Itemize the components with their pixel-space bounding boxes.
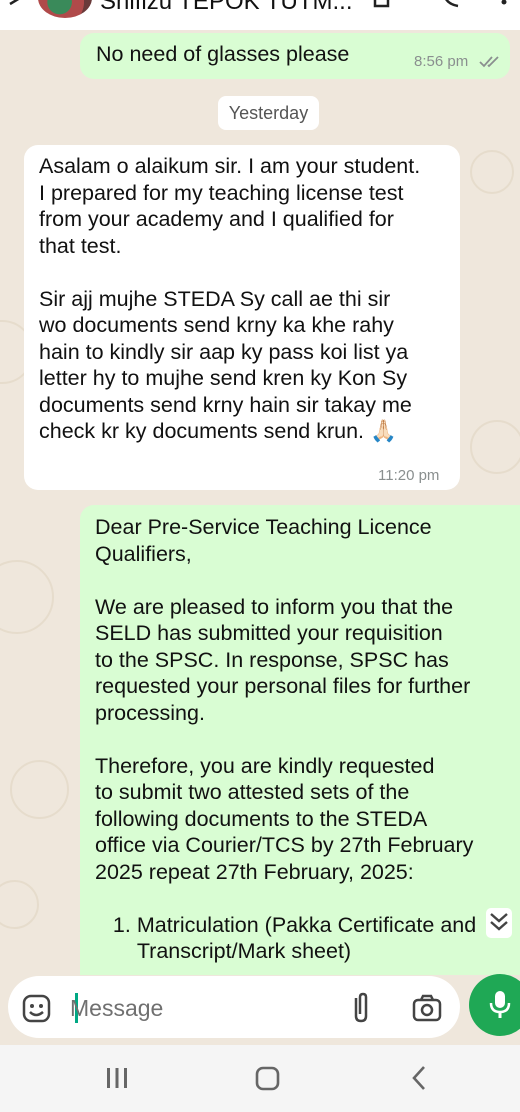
message-input-box[interactable] [8, 976, 460, 1038]
recents-icon[interactable] [105, 1067, 129, 1089]
sticker-icon[interactable] [22, 994, 52, 1024]
wallpaper-doodle [470, 420, 520, 474]
chat-background: Shifizu TEPOK TUTM... No need of glasses… [0, 0, 520, 1045]
back-icon[interactable] [409, 1065, 429, 1091]
video-call-icon[interactable] [372, 0, 394, 10]
contact-name[interactable]: Shifizu TEPOK TUTM... [100, 0, 353, 16]
camera-icon[interactable] [412, 994, 442, 1022]
wallpaper-doodle [470, 150, 514, 194]
double-chevron-down-icon[interactable] [486, 908, 512, 938]
read-receipt-icon [479, 56, 499, 68]
more-options-icon[interactable] [498, 0, 520, 10]
wallpaper-doodle [0, 880, 39, 929]
system-navigation-bar [0, 1045, 520, 1112]
message-text: Dear Pre-Service Teaching Licence Qualif… [95, 515, 477, 963]
message-input[interactable] [68, 988, 332, 1028]
wallpaper-doodle [0, 560, 54, 634]
message-composer [0, 970, 520, 1045]
chat-header[interactable]: Shifizu TEPOK TUTM... [0, 0, 520, 30]
message-time: 8:56 pm [414, 53, 469, 70]
outgoing-message[interactable]: No need of glasses please 8:56 pm [80, 33, 510, 79]
message-text: No need of glasses please [96, 42, 350, 66]
home-icon[interactable] [255, 1066, 281, 1092]
wallpaper-doodle [10, 760, 69, 819]
incoming-message[interactable]: Asalam o alaikum sir. I am your student.… [24, 145, 460, 490]
outgoing-message[interactable]: Dear Pre-Service Teaching Licence Qualif… [80, 505, 520, 975]
message-text: Asalam o alaikum sir. I am your student.… [39, 154, 421, 443]
back-arrow-icon[interactable] [6, 0, 22, 10]
message-time: 11:20 pm [378, 467, 440, 484]
phone-call-icon[interactable] [440, 0, 462, 10]
paperclip-icon[interactable] [350, 992, 372, 1024]
microphone-icon [489, 991, 511, 1018]
voice-message-button[interactable] [469, 974, 520, 1036]
avatar[interactable] [38, 0, 92, 18]
date-separator: Yesterday [218, 96, 319, 130]
